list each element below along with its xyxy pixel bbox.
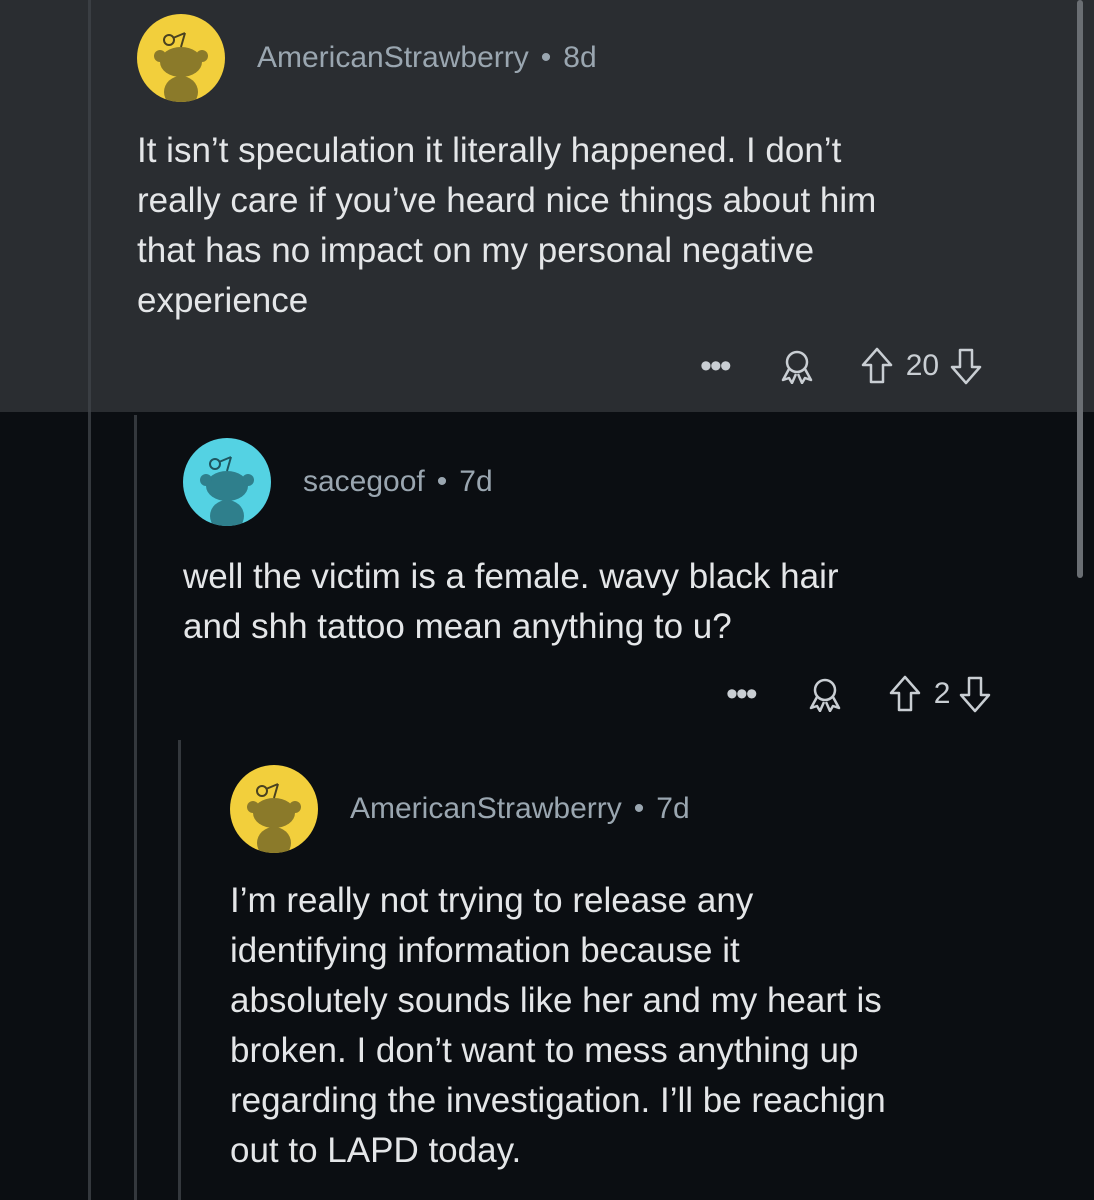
- avatar[interactable]: [230, 765, 318, 853]
- comment-body: It isn’t speculation it literally happen…: [137, 131, 877, 320]
- username[interactable]: sacegoof: [303, 465, 425, 499]
- snoo-avatar-icon: [154, 32, 208, 102]
- comment-header: AmericanStrawberry • 8d: [137, 14, 597, 102]
- downvote-arrow-icon[interactable]: [958, 674, 992, 714]
- thread-line[interactable]: [88, 412, 91, 1200]
- comment-thread: AmericanStrawberry • 8d It isn’t specula…: [0, 0, 1094, 1200]
- downvote-arrow-icon[interactable]: [949, 346, 983, 386]
- thread-line[interactable]: [134, 415, 137, 1200]
- comment-age: 8d: [563, 41, 597, 74]
- thread-line[interactable]: [88, 0, 91, 412]
- score: 20: [905, 349, 940, 382]
- avatar[interactable]: [137, 14, 225, 102]
- upvote-arrow-icon[interactable]: [888, 674, 922, 714]
- snoo-avatar-icon: [247, 783, 301, 853]
- award-icon[interactable]: [780, 348, 814, 384]
- comment-age: 7d: [459, 465, 493, 498]
- comment-age: 7d: [656, 792, 690, 825]
- comment-actions: ••• 20: [700, 346, 983, 386]
- comment-body: I’m really not trying to release any ide…: [230, 881, 886, 1170]
- score: 2: [933, 677, 951, 710]
- award-icon[interactable]: [808, 676, 842, 712]
- username[interactable]: AmericanStrawberry: [257, 41, 529, 75]
- comment-header: sacegoof • 7d: [183, 438, 493, 526]
- upvote-arrow-icon[interactable]: [860, 346, 894, 386]
- comment-header: AmericanStrawberry • 7d: [230, 765, 690, 853]
- separator-dot: •: [436, 465, 448, 498]
- snoo-avatar-icon: [200, 456, 254, 526]
- more-options-button[interactable]: •••: [700, 349, 732, 383]
- scrollbar[interactable]: [1077, 0, 1083, 578]
- separator-dot: •: [540, 41, 552, 74]
- comment-actions: ••• 2: [726, 674, 992, 714]
- comment-body: well the victim is a female. wavy black …: [183, 557, 839, 646]
- more-options-button[interactable]: •••: [726, 677, 758, 711]
- username[interactable]: AmericanStrawberry: [350, 792, 622, 826]
- avatar[interactable]: [183, 438, 271, 526]
- separator-dot: •: [633, 792, 645, 825]
- thread-line[interactable]: [178, 740, 181, 1200]
